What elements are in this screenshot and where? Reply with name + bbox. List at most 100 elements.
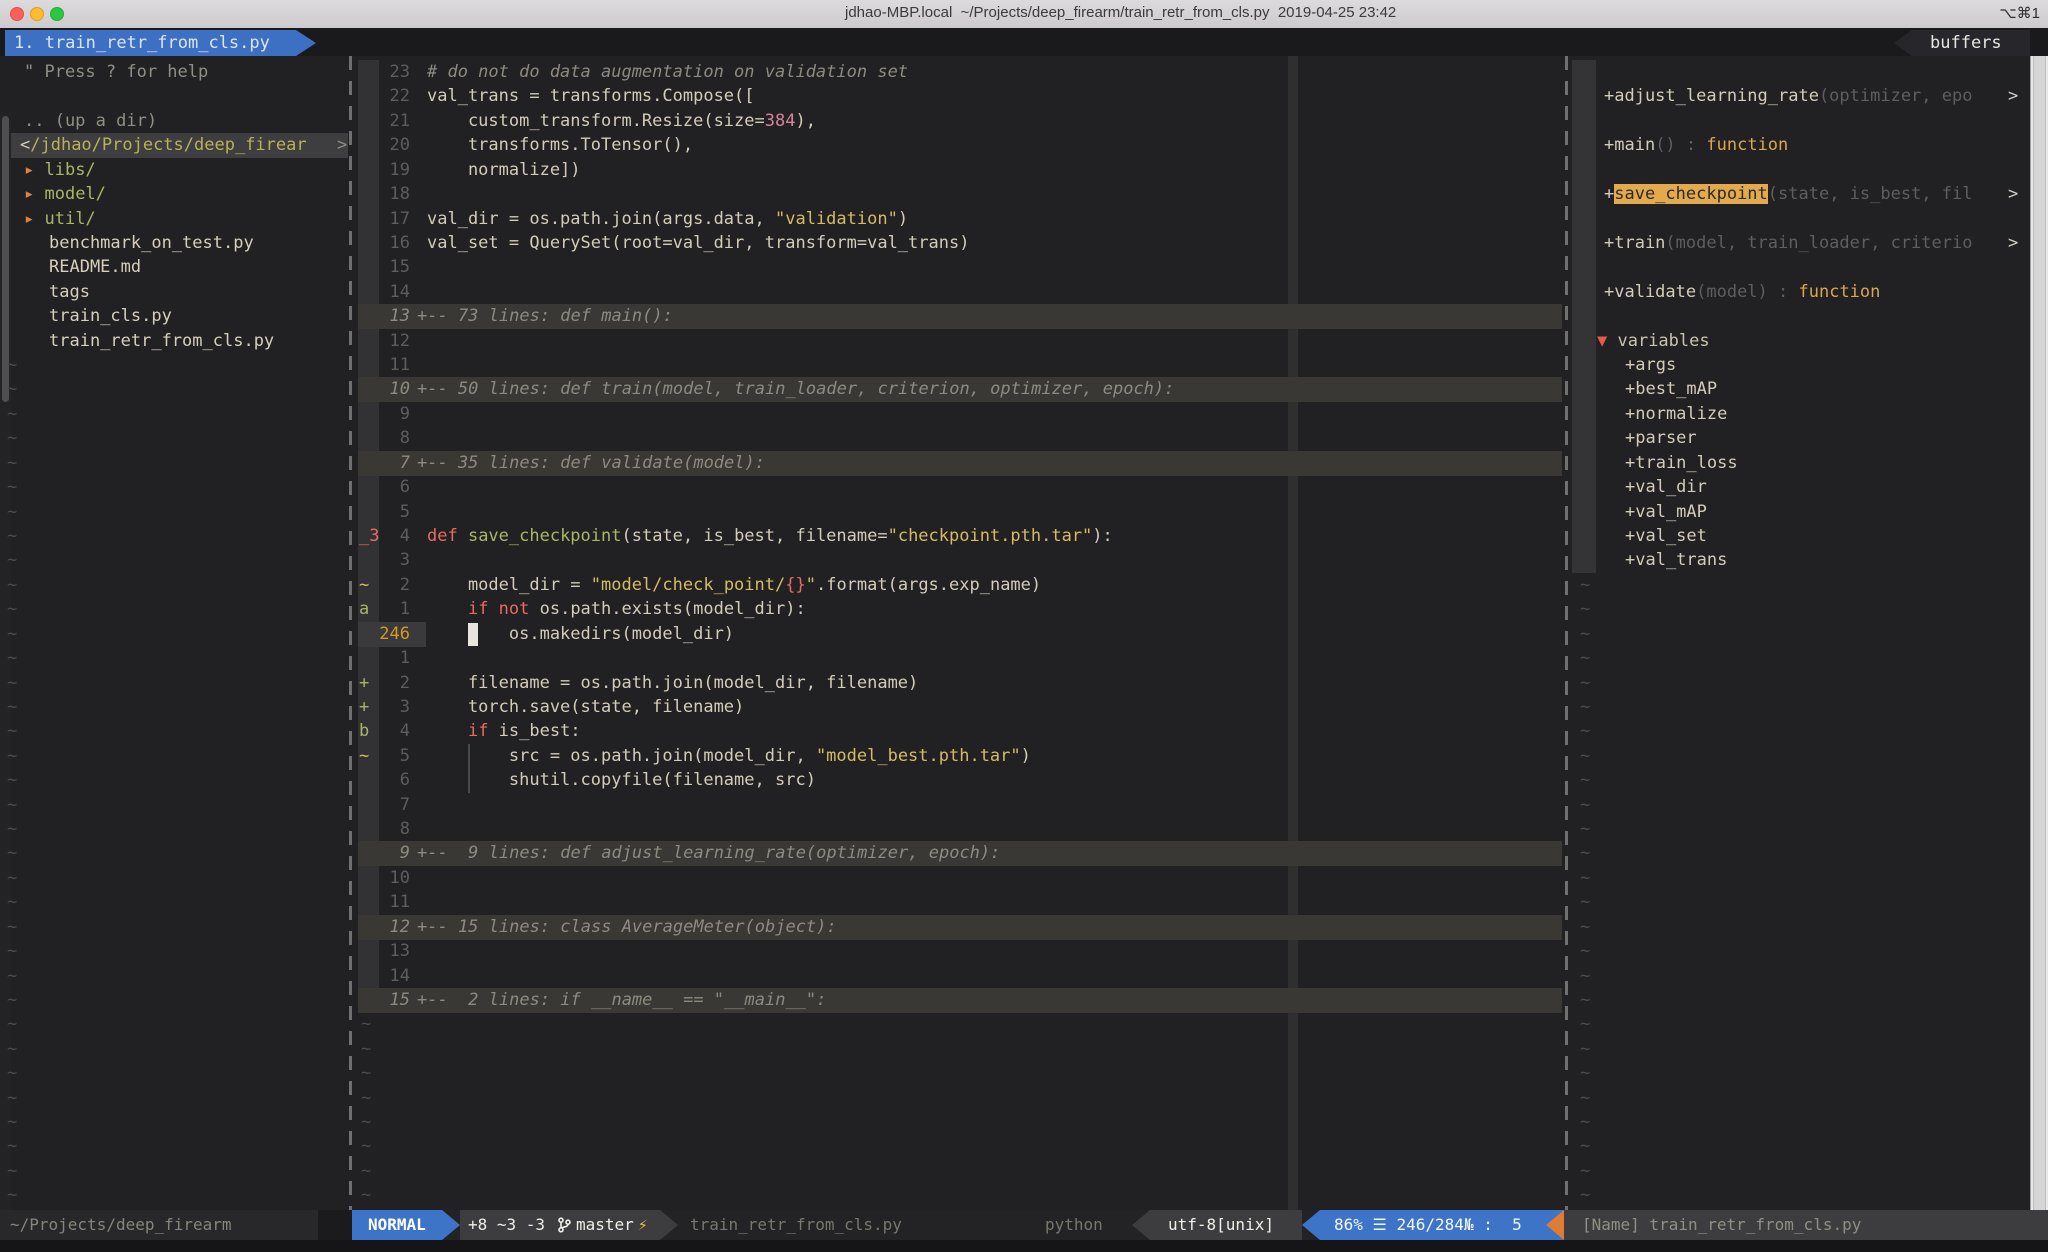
tilde-marker: ~ <box>1580 597 1590 622</box>
minimize-window-button[interactable] <box>30 7 44 21</box>
code-line[interactable]: if not os.path.exists(model_dir): <box>427 597 806 622</box>
highlighted-match: save_checkpoint <box>1614 184 1768 204</box>
tilde-marker: ~ <box>7 817 17 842</box>
text-span: function <box>1799 282 1881 302</box>
code-line[interactable]: val_set = QuerySet(root=val_dir, transfo… <box>427 231 969 256</box>
text-span: def <box>427 526 468 546</box>
line-number: 15 <box>358 988 410 1013</box>
tree-item[interactable]: tags <box>49 280 90 305</box>
text-span: +train <box>1604 233 1665 253</box>
code-line[interactable]: shutil.copyfile(filename, src) <box>427 768 816 793</box>
tagbar-section-header[interactable]: ▼ variables <box>1597 329 1710 354</box>
window-separator-left[interactable] <box>349 56 352 1210</box>
macvim-window: jdhao-MBP.local ~/Projects/deep_firearm/… <box>0 0 2048 1252</box>
tilde-marker: ~ <box>361 1037 371 1062</box>
tilde-marker: ~ <box>7 597 17 622</box>
tagbar-tag-item[interactable]: +val_set <box>1625 524 1707 549</box>
code-line[interactable]: val_dir = os.path.join(args.data, "valid… <box>427 207 908 232</box>
close-window-button[interactable] <box>10 7 24 21</box>
tree-item[interactable]: README.md <box>49 255 141 280</box>
code-line[interactable]: def save_checkpoint(state, is_best, file… <box>427 524 1113 549</box>
tagbar-tag-item[interactable]: +save_checkpoint(state, is_best, fil <box>1604 182 1972 207</box>
tree-item[interactable]: ▸ util/ <box>24 207 96 232</box>
tilde-marker: ~ <box>1580 1183 1590 1208</box>
tilde-marker: ~ <box>1580 841 1590 866</box>
tilde-marker: ~ <box>7 695 17 720</box>
gutter-sign: ~ <box>359 744 369 769</box>
text-span: : <box>1768 282 1799 302</box>
tab-label[interactable]: 1. train_retr_from_cls.py <box>14 30 270 56</box>
text-span: ▼ <box>1597 331 1617 351</box>
tree-help-line[interactable]: " Press ? for help <box>24 60 208 85</box>
line-number: 3 <box>358 548 410 573</box>
line-number: 18 <box>358 182 410 207</box>
line-number: 12 <box>358 915 410 940</box>
code-line[interactable]: val_trans = transforms.Compose([ <box>427 84 755 109</box>
main-scrollbar-thumb[interactable] <box>2033 56 2046 1210</box>
tilde-marker: ~ <box>1580 744 1590 769</box>
tilde-marker: ~ <box>7 1012 17 1037</box>
text-span: model/ <box>44 184 105 204</box>
line-number: 17 <box>358 207 410 232</box>
command-line[interactable] <box>0 1240 2048 1252</box>
text-span: +main <box>1604 135 1655 155</box>
tagbar-tag-item[interactable]: +normalize <box>1625 402 1727 427</box>
tagbar-tag-item[interactable]: +args <box>1625 353 1676 378</box>
code-line[interactable]: normalize]) <box>427 158 581 183</box>
statusline-filename: train_retr_from_cls.py <box>690 1210 902 1240</box>
buffers-label[interactable]: buffers <box>1930 30 2002 56</box>
window-separator-right[interactable] <box>1565 56 1568 1210</box>
fold-line[interactable]: +-- 50 lines: def train(model, train_loa… <box>417 377 1174 402</box>
code-line[interactable]: filename = os.path.join(model_dir, filen… <box>427 671 918 696</box>
tagbar-tag-item[interactable]: +validate(model) : function <box>1604 280 1880 305</box>
fold-line[interactable]: +-- 15 lines: class AverageMeter(object)… <box>417 915 837 940</box>
code-line[interactable]: src = os.path.join(model_dir, "model_bes… <box>427 744 1031 769</box>
code-line[interactable]: if is_best: <box>427 719 581 744</box>
fold-line[interactable]: +-- 35 lines: def validate(model): <box>417 451 765 476</box>
code-line[interactable]: custom_transform.Resize(size=384), <box>427 109 816 134</box>
zoom-window-button[interactable] <box>50 7 64 21</box>
tagbar-tag-item[interactable]: +val_trans <box>1625 548 1727 573</box>
code-line[interactable]: transforms.ToTensor(), <box>427 133 693 158</box>
tagbar-tag-item[interactable]: +val_dir <box>1625 475 1707 500</box>
main-scrollbar[interactable] <box>2030 56 2048 1210</box>
tilde-marker: ~ <box>1580 1110 1590 1135</box>
text-span: +normalize <box>1625 404 1727 424</box>
tagbar-tag-item[interactable]: +train_loss <box>1625 451 1738 476</box>
tree-item[interactable]: </jdhao/Projects/deep_firear <box>20 133 307 158</box>
tagbar-tag-item[interactable]: +val_mAP <box>1625 500 1707 525</box>
gutter-sign: a <box>359 597 369 622</box>
line-number: 10 <box>358 377 410 402</box>
powerline-arrow-icon <box>1132 1210 1150 1240</box>
tilde-marker: ~ <box>1580 1012 1590 1037</box>
tagbar-tag-item[interactable]: +adjust_learning_rate(optimizer, epo <box>1604 84 1972 109</box>
tilde-marker: ~ <box>1580 671 1590 696</box>
tagbar-tag-item[interactable]: +main() : function <box>1604 133 1788 158</box>
text-span: (model) <box>1696 282 1768 302</box>
text-span: if <box>468 721 488 741</box>
line-number: 16 <box>358 231 410 256</box>
text-span: "validation" <box>775 209 898 229</box>
text-span: +parser <box>1625 428 1697 448</box>
tree-item[interactable]: train_cls.py <box>49 304 172 329</box>
line-number: 11 <box>358 890 410 915</box>
fold-line[interactable]: +-- 73 lines: def main(): <box>417 304 673 329</box>
tagbar-tag-item[interactable]: +train(model, train_loader, criterio <box>1604 231 1972 256</box>
fold-line[interactable]: +-- 2 lines: if __name__ == "__main__": <box>417 988 826 1013</box>
code-line[interactable]: torch.save(state, filename) <box>427 695 744 720</box>
tagbar-tag-item[interactable]: +parser <box>1625 426 1697 451</box>
tree-item[interactable]: benchmark_on_test.py <box>49 231 254 256</box>
tagbar-gutter <box>1572 60 1596 573</box>
text-span: ) <box>1021 746 1031 766</box>
code-line[interactable]: model_dir = "model/check_point/{}".forma… <box>427 573 1041 598</box>
text-span: tags <box>49 282 90 302</box>
tagbar-tag-item[interactable]: +best_mAP <box>1625 377 1717 402</box>
tree-item[interactable]: train_retr_from_cls.py <box>49 329 274 354</box>
fold-line[interactable]: +-- 9 lines: def adjust_learning_rate(op… <box>417 841 1000 866</box>
tree-item[interactable]: ▸ libs/ <box>24 158 96 183</box>
line-number: 14 <box>358 280 410 305</box>
code-line[interactable]: # do not do data augmentation on validat… <box>427 60 908 85</box>
tilde-marker: ~ <box>7 768 17 793</box>
tree-item[interactable]: ▸ model/ <box>24 182 106 207</box>
tree-help-line[interactable]: .. (up a dir) <box>24 109 157 134</box>
